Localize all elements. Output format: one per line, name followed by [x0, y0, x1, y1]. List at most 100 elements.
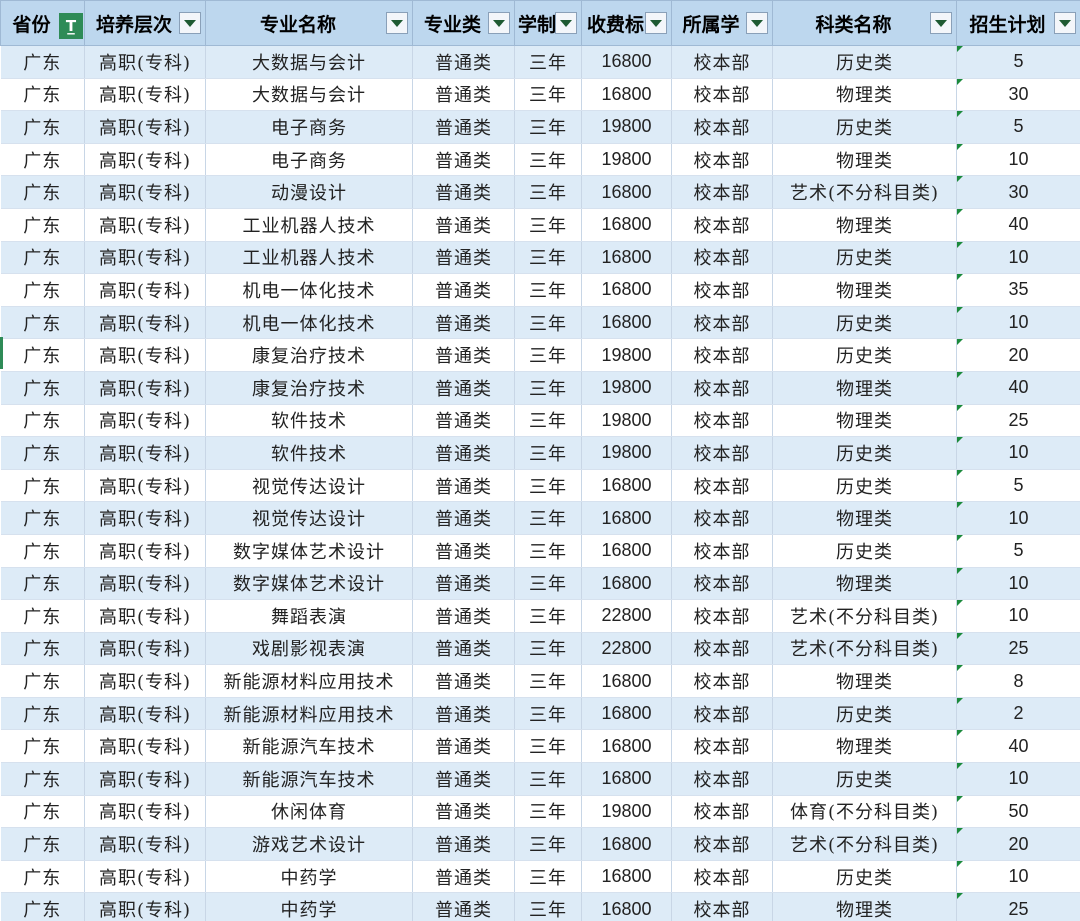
table-row[interactable]: 广东 高职(专科) 数字媒体艺术设计 普通类 三年 16800 校本部 物理类 10	[0, 567, 1080, 601]
cell-major-type[interactable]: 普通类	[412, 567, 515, 601]
cell-major-type[interactable]: 普通类	[412, 404, 515, 438]
cell-duration[interactable]: 三年	[514, 860, 582, 894]
dropdown-arrow-icon[interactable]	[1054, 12, 1076, 34]
cell-province[interactable]: 广东	[0, 697, 85, 731]
cell-duration[interactable]: 三年	[514, 501, 582, 535]
cell-level[interactable]: 高职(专科)	[84, 143, 206, 177]
cell-major[interactable]: 软件技术	[205, 404, 413, 438]
cell-fee[interactable]: 19800	[581, 436, 672, 470]
cell-enrollment-plan[interactable]: 2	[956, 697, 1080, 731]
cell-major-type[interactable]: 普通类	[412, 697, 515, 731]
cell-province[interactable]: 广东	[0, 306, 85, 340]
cell-major-type[interactable]: 普通类	[412, 469, 515, 503]
cell-campus[interactable]: 校本部	[671, 762, 773, 796]
cell-major[interactable]: 休闲体育	[205, 795, 413, 829]
cell-level[interactable]: 高职(专科)	[84, 501, 206, 535]
cell-fee[interactable]: 19800	[581, 371, 672, 405]
cell-level[interactable]: 高职(专科)	[84, 795, 206, 829]
cell-level[interactable]: 高职(专科)	[84, 208, 206, 242]
table-row[interactable]: 广东 高职(专科) 新能源材料应用技术 普通类 三年 16800 校本部 历史类 2	[0, 697, 1080, 731]
cell-campus[interactable]: 校本部	[671, 729, 773, 764]
cell-campus[interactable]: 校本部	[671, 892, 773, 921]
cell-subject-category[interactable]: 物理类	[772, 501, 957, 535]
dropdown-arrow-icon[interactable]	[386, 12, 408, 34]
cell-province[interactable]: 广东	[0, 110, 85, 144]
cell-major-type[interactable]: 普通类	[412, 143, 515, 177]
cell-campus[interactable]: 校本部	[671, 338, 773, 372]
cell-enrollment-plan[interactable]: 10	[956, 762, 1080, 796]
table-row[interactable]: 广东 高职(专科) 动漫设计 普通类 三年 16800 校本部 艺术(不分科目类) 30	[0, 175, 1080, 209]
cell-province[interactable]: 广东	[0, 469, 85, 503]
cell-subject-category[interactable]: 历史类	[772, 45, 957, 79]
cell-enrollment-plan[interactable]: 5	[956, 45, 1080, 79]
cell-province[interactable]: 广东	[0, 632, 85, 666]
cell-major[interactable]: 机电一体化技术	[205, 306, 413, 340]
cell-duration[interactable]: 三年	[514, 143, 582, 177]
cell-campus[interactable]: 校本部	[671, 45, 773, 79]
cell-enrollment-plan[interactable]: 30	[956, 78, 1080, 112]
cell-major[interactable]: 电子商务	[205, 110, 413, 144]
table-row[interactable]: 广东 高职(专科) 游戏艺术设计 普通类 三年 16800 校本部 艺术(不分科目类) 20	[0, 827, 1080, 861]
cell-subject-category[interactable]: 历史类	[772, 338, 957, 372]
cell-fee[interactable]: 16800	[581, 567, 672, 601]
table-row[interactable]: 广东 高职(专科) 机电一体化技术 普通类 三年 16800 校本部 物理类 35	[0, 273, 1080, 307]
cell-major[interactable]: 视觉传达设计	[205, 469, 413, 503]
cell-enrollment-plan[interactable]: 5	[956, 534, 1080, 568]
table-row[interactable]: 广东 高职(专科) 大数据与会计 普通类 三年 16800 校本部 物理类 30	[0, 78, 1080, 112]
cell-level[interactable]: 高职(专科)	[84, 404, 206, 438]
cell-province[interactable]: 广东	[0, 762, 85, 796]
dropdown-arrow-icon[interactable]	[930, 12, 952, 34]
cell-duration[interactable]: 三年	[514, 697, 582, 731]
column-header-campus[interactable]: 所属学	[671, 0, 773, 46]
cell-campus[interactable]: 校本部	[671, 110, 773, 144]
cell-level[interactable]: 高职(专科)	[84, 729, 206, 764]
cell-subject-category[interactable]: 物理类	[772, 404, 957, 438]
cell-level[interactable]: 高职(专科)	[84, 306, 206, 340]
cell-major-type[interactable]: 普通类	[412, 273, 515, 307]
cell-enrollment-plan[interactable]: 10	[956, 241, 1080, 275]
cell-major-type[interactable]: 普通类	[412, 175, 515, 209]
column-header-fee[interactable]: 收费标	[581, 0, 672, 46]
cell-enrollment-plan[interactable]: 10	[956, 599, 1080, 633]
cell-level[interactable]: 高职(专科)	[84, 110, 206, 144]
cell-subject-category[interactable]: 历史类	[772, 860, 957, 894]
cell-fee[interactable]: 16800	[581, 534, 672, 568]
cell-level[interactable]: 高职(专科)	[84, 273, 206, 307]
cell-duration[interactable]: 三年	[514, 892, 582, 921]
cell-subject-category[interactable]: 历史类	[772, 306, 957, 340]
cell-major[interactable]: 中药学	[205, 860, 413, 894]
cell-level[interactable]: 高职(专科)	[84, 78, 206, 112]
cell-fee[interactable]: 16800	[581, 729, 672, 764]
cell-major[interactable]: 动漫设计	[205, 175, 413, 209]
dropdown-arrow-icon[interactable]	[488, 12, 510, 34]
cell-subject-category[interactable]: 艺术(不分科目类)	[772, 827, 957, 861]
cell-duration[interactable]: 三年	[514, 338, 582, 372]
table-row[interactable]: 广东 高职(专科) 新能源汽车技术 普通类 三年 16800 校本部 物理类 40	[0, 729, 1080, 764]
table-row[interactable]: 广东 高职(专科) 中药学 普通类 三年 16800 校本部 历史类 10	[0, 860, 1080, 894]
cell-major[interactable]: 视觉传达设计	[205, 501, 413, 535]
column-header-province[interactable]: 省份 T̲	[0, 0, 85, 46]
cell-campus[interactable]: 校本部	[671, 632, 773, 666]
cell-level[interactable]: 高职(专科)	[84, 762, 206, 796]
cell-subject-category[interactable]: 物理类	[772, 78, 957, 112]
cell-campus[interactable]: 校本部	[671, 273, 773, 307]
table-row[interactable]: 广东 高职(专科) 视觉传达设计 普通类 三年 16800 校本部 物理类 10	[0, 501, 1080, 535]
dropdown-arrow-icon[interactable]	[555, 12, 577, 34]
cell-campus[interactable]: 校本部	[671, 469, 773, 503]
cell-province[interactable]: 广东	[0, 273, 85, 307]
table-row[interactable]: 广东 高职(专科) 软件技术 普通类 三年 19800 校本部 历史类 10	[0, 436, 1080, 470]
cell-major[interactable]: 大数据与会计	[205, 45, 413, 79]
cell-province[interactable]: 广东	[0, 241, 85, 275]
table-row[interactable]: 广东 高职(专科) 戏剧影视表演 普通类 三年 22800 校本部 艺术(不分科目类) 25	[0, 632, 1080, 666]
cell-province[interactable]: 广东	[0, 45, 85, 79]
cell-fee[interactable]: 16800	[581, 860, 672, 894]
table-row[interactable]: 广东 高职(专科) 工业机器人技术 普通类 三年 16800 校本部 历史类 10	[0, 241, 1080, 275]
column-header-subject-category[interactable]: 科类名称	[772, 0, 957, 46]
cell-duration[interactable]: 三年	[514, 273, 582, 307]
cell-duration[interactable]: 三年	[514, 78, 582, 112]
cell-subject-category[interactable]: 历史类	[772, 436, 957, 470]
cell-major-type[interactable]: 普通类	[412, 632, 515, 666]
cell-duration[interactable]: 三年	[514, 762, 582, 796]
cell-subject-category[interactable]: 历史类	[772, 110, 957, 144]
cell-subject-category[interactable]: 历史类	[772, 241, 957, 275]
